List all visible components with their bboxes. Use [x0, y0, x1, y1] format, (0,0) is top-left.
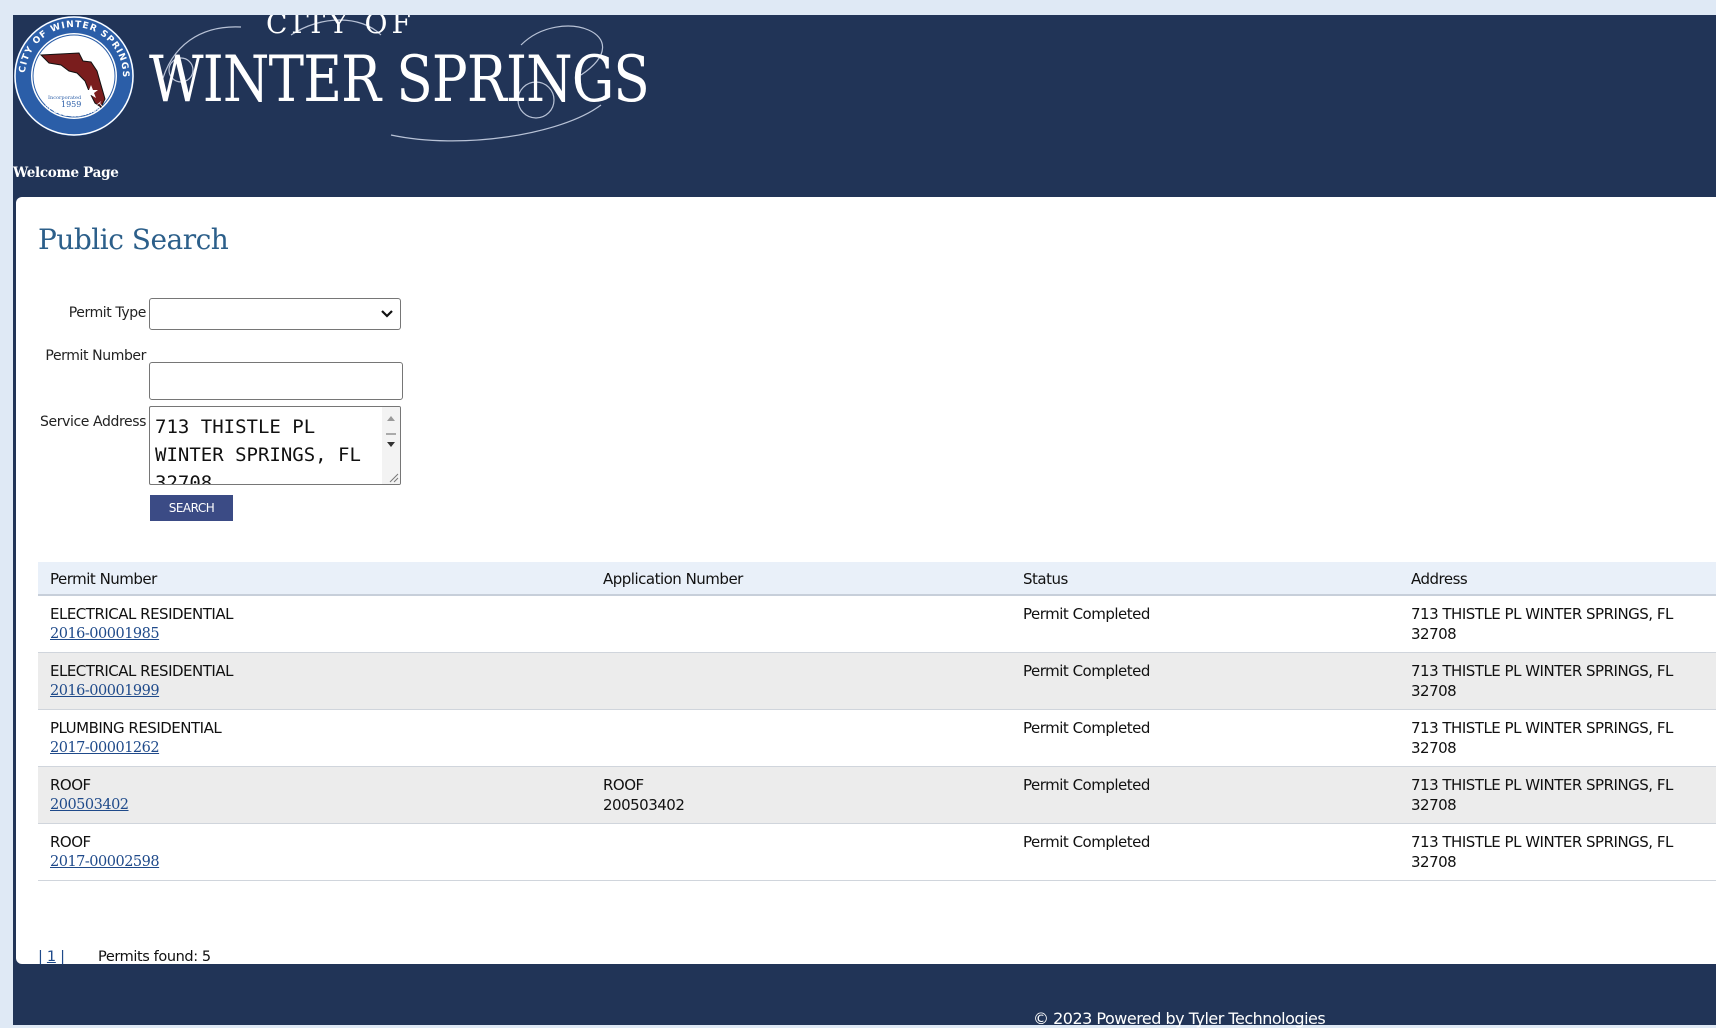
welcome-page-link[interactable]: Welcome Page [13, 165, 119, 181]
address-text: 713 THISTLE PL WINTER SPRINGS, FL 32708 [1411, 719, 1673, 757]
chevron-down-icon [381, 310, 393, 318]
svg-text:CITY OF: CITY OF [266, 15, 415, 40]
permits-found-count: Permits found: 5 [98, 949, 211, 965]
table-row: ELECTRICAL RESIDENTIAL 2016-00001999 Per… [38, 653, 1716, 710]
table-row: ELECTRICAL RESIDENTIAL 2016-00001985 Per… [38, 596, 1716, 653]
site-header: Incorporated 1959 CITY OF WINTER SPRINGS… [13, 15, 1716, 181]
results-table: Permit Number Application Number Status … [38, 562, 1716, 881]
pagination: | 1 | [38, 949, 65, 965]
status-text: Permit Completed [1023, 776, 1150, 794]
footer-copyright: © 2023 Powered by Tyler Technologies [1033, 1009, 1326, 1028]
address-text: 713 THISTLE PL WINTER SPRINGS, FL 32708 [1411, 833, 1673, 871]
status-text: Permit Completed [1023, 662, 1150, 680]
column-header-application-number: Application Number [603, 570, 743, 588]
scroll-up-icon[interactable] [382, 411, 400, 427]
pager-separator: | [38, 949, 43, 965]
svg-text:WINTER SPRINGS: WINTER SPRINGS [149, 43, 649, 117]
application-cell: ROOF 200503402 [603, 775, 685, 815]
table-header-row: Permit Number Application Number Status … [38, 562, 1716, 596]
permit-type-text: ELECTRICAL RESIDENTIAL [50, 662, 233, 680]
page-title: Public Search [38, 223, 229, 256]
column-header-address: Address [1411, 570, 1468, 588]
address-text: 713 THISTLE PL WINTER SPRINGS, FL 32708 [1411, 776, 1673, 814]
main-panel: Public Search Permit Type Permit Number … [16, 197, 1716, 965]
permit-cell: ROOF 2017-00002598 [50, 832, 160, 872]
scroll-down-icon[interactable] [382, 437, 400, 453]
page-frame: Incorporated 1959 CITY OF WINTER SPRINGS… [13, 15, 1716, 1028]
permit-cell: ELECTRICAL RESIDENTIAL 2016-00001999 [50, 661, 233, 701]
search-button[interactable]: SEARCH [150, 495, 233, 521]
service-address-label: Service Address [40, 414, 146, 430]
permit-cell: ROOF 200503402 [50, 775, 129, 815]
pager-separator: | [60, 949, 65, 965]
permit-type-select[interactable] [149, 298, 401, 330]
permit-number-link[interactable]: 200503402 [50, 795, 129, 815]
permit-type-text: ROOF [50, 776, 91, 794]
permit-number-label: Permit Number [45, 348, 146, 364]
permit-type-label: Permit Type [68, 305, 147, 321]
permit-type-text: PLUMBING RESIDENTIAL [50, 719, 222, 737]
permit-number-input[interactable] [149, 362, 403, 400]
permit-number-link[interactable]: 2017-00001262 [50, 738, 221, 758]
service-address-textarea[interactable]: 713 THISTLE PL WINTER SPRINGS, FL 32708 [149, 406, 401, 485]
status-text: Permit Completed [1023, 719, 1150, 737]
permit-type-text: ROOF [50, 833, 91, 851]
svg-text:1959: 1959 [61, 100, 81, 109]
permit-number-link[interactable]: 2016-00001999 [50, 681, 233, 701]
status-text: Permit Completed [1023, 833, 1150, 851]
page-link-1[interactable]: 1 [47, 949, 56, 965]
permit-cell: ELECTRICAL RESIDENTIAL 2016-00001985 [50, 604, 233, 644]
column-header-permit-number: Permit Number [50, 570, 157, 588]
column-header-status: Status [1023, 570, 1068, 588]
permit-number-link[interactable]: 2017-00002598 [50, 852, 160, 872]
resize-handle-icon[interactable] [387, 471, 399, 483]
table-row: PLUMBING RESIDENTIAL 2017-00001262 Permi… [38, 710, 1716, 767]
status-text: Permit Completed [1023, 605, 1150, 623]
scroll-thumb[interactable] [386, 433, 396, 435]
permit-number-link[interactable]: 2016-00001985 [50, 624, 233, 644]
city-wordmark-logo: CITY OF WINTER SPRINGS [149, 15, 650, 142]
permit-cell: PLUMBING RESIDENTIAL 2017-00001262 [50, 718, 222, 758]
address-text: 713 THISTLE PL WINTER SPRINGS, FL 32708 [1411, 662, 1673, 700]
address-text: 713 THISTLE PL WINTER SPRINGS, FL 32708 [1411, 605, 1673, 643]
application-number-text: 200503402 [603, 796, 685, 814]
application-type-text: ROOF [603, 776, 644, 794]
table-row: ROOF 200503402 ROOF 200503402 Permit Com… [38, 767, 1716, 824]
city-seal-logo: Incorporated 1959 CITY OF WINTER SPRINGS… [14, 16, 134, 136]
service-address-text: 713 THISTLE PL WINTER SPRINGS, FL 32708 [155, 416, 373, 485]
permit-type-text: ELECTRICAL RESIDENTIAL [50, 605, 233, 623]
table-row: ROOF 2017-00002598 Permit Completed 713 … [38, 824, 1716, 881]
